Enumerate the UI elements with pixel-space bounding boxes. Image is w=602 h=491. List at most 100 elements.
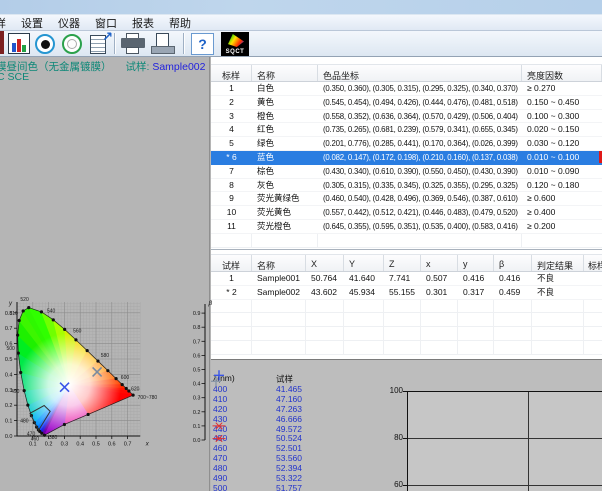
- reflectance-value: 51.757: [276, 484, 302, 491]
- cell-coordinates: (0.201, 0.776), (0.285, 0.441), (0.170, …: [318, 137, 522, 150]
- toolbar: ↗ ? SQCT: [0, 31, 602, 57]
- sce-measure-icon[interactable]: [61, 32, 85, 56]
- cell-id: 4: [211, 123, 252, 136]
- spectral-plot-area: [407, 391, 602, 491]
- menu-item[interactable]: 帮助: [169, 15, 191, 31]
- cell-id: 8: [211, 179, 252, 192]
- cell-id: 7: [211, 165, 252, 178]
- cell-id: 1: [211, 272, 252, 285]
- cell-luminance-factor: ≥ 0.400: [522, 206, 602, 219]
- menu-item[interactable]: 报表: [132, 15, 154, 31]
- cell-name: Sample002: [252, 286, 306, 299]
- menu-item[interactable]: 仪器: [58, 15, 80, 31]
- sample-row[interactable]: * 2 Sample002 43.602 45.934 55.155 0.301…: [211, 286, 602, 300]
- cell-y: 0.416: [458, 272, 494, 285]
- svg-text:0.6: 0.6: [193, 353, 201, 359]
- standard-row[interactable]: 7 棕色 (0.430, 0.340), (0.610, 0.390), (0.…: [211, 165, 602, 179]
- standard-row[interactable]: 2 黄色 (0.545, 0.454), (0.494, 0.426), (0.…: [211, 96, 602, 110]
- cell-X: 43.602: [306, 286, 344, 299]
- cell-id: 2: [211, 96, 252, 109]
- chart-icon[interactable]: [8, 32, 31, 56]
- empty-grid-rows: [211, 300, 602, 355]
- y-tick-label: 100: [377, 386, 403, 395]
- svg-text:0.5: 0.5: [193, 368, 201, 374]
- column-header[interactable]: 标样: [584, 255, 602, 271]
- menu-item[interactable]: 样: [0, 15, 6, 31]
- panel-divider: [211, 249, 602, 251]
- cell-luminance-factor: ≥ 0.600: [522, 192, 602, 205]
- sample-label: 试样:: [126, 61, 150, 73]
- svg-text:600: 600: [121, 375, 130, 381]
- report-export-icon[interactable]: ↗: [88, 32, 112, 56]
- svg-text:540: 540: [47, 309, 56, 315]
- cell-name: Sample001: [252, 272, 306, 285]
- svg-text:x: x: [145, 442, 150, 448]
- column-header[interactable]: x: [421, 255, 458, 271]
- column-header[interactable]: 标样: [211, 65, 252, 81]
- cell-luminance-factor: ≥ 0.270: [522, 82, 602, 95]
- standard-row[interactable]: 4 红色 (0.735, 0.265), (0.681, 0.239), (0.…: [211, 123, 602, 137]
- svg-text:0.9: 0.9: [193, 311, 201, 317]
- cell-result: 不良: [532, 272, 584, 285]
- cell-luminance-factor: 0.150 ~ 0.450: [522, 96, 602, 109]
- preview-tray: [151, 46, 175, 54]
- standard-row[interactable]: 11 荧光橙色 (0.645, 0.355), (0.595, 0.351), …: [211, 220, 602, 234]
- column-header[interactable]: 名称: [252, 255, 306, 271]
- column-header[interactable]: 试样: [211, 255, 252, 271]
- standard-row[interactable]: 5 绿色 (0.201, 0.776), (0.285, 0.441), (0.…: [211, 137, 602, 151]
- column-header[interactable]: 色品坐标: [318, 65, 522, 81]
- svg-text:0.7: 0.7: [124, 442, 132, 448]
- print-preview-icon[interactable]: [150, 32, 176, 56]
- sample-row[interactable]: 1 Sample001 50.764 41.640 7.741 0.507 0.…: [211, 272, 602, 286]
- svg-text:0.5: 0.5: [5, 357, 13, 363]
- column-header[interactable]: β: [494, 255, 532, 271]
- samples-table-body: 1 Sample001 50.764 41.640 7.741 0.507 0.…: [211, 272, 602, 300]
- standard-row[interactable]: 1 白色 (0.350, 0.360), (0.305, 0.315), (0.…: [211, 82, 602, 96]
- help-question-mark: ?: [191, 33, 214, 55]
- cell-coordinates: (0.558, 0.352), (0.636, 0.364), (0.570, …: [318, 110, 522, 123]
- cell-name: 荧光黄绿色: [252, 192, 318, 205]
- svg-text:0.2: 0.2: [193, 410, 201, 416]
- menu-item[interactable]: 设置: [21, 15, 43, 31]
- column-header[interactable]: Y: [344, 255, 384, 271]
- tables-panel: 标样 名称 色品坐标 亮度因数 1 白色 (0.350, 0.360), (0.…: [211, 57, 602, 491]
- svg-text:0.1: 0.1: [5, 419, 13, 425]
- svg-text:580: 580: [101, 353, 110, 359]
- standard-row[interactable]: 10 荧光黄色 (0.557, 0.442), (0.512, 0.421), …: [211, 206, 602, 220]
- clipped-toolbar-icon[interactable]: [0, 31, 4, 54]
- column-header[interactable]: 名称: [252, 65, 318, 81]
- standard-row[interactable]: 9 荧光黄绿色 (0.460, 0.540), (0.428, 0.496), …: [211, 192, 602, 206]
- standard-row[interactable]: 8 灰色 (0.305, 0.315), (0.335, 0.345), (0.…: [211, 179, 602, 193]
- svg-text:0.7: 0.7: [193, 339, 201, 345]
- print-icon[interactable]: [120, 32, 146, 56]
- column-header[interactable]: X: [306, 255, 344, 271]
- cell-id: 5: [211, 137, 252, 150]
- help-icon[interactable]: ?: [191, 32, 215, 56]
- standards-table-header: 标样 名称 色品坐标 亮度因数: [211, 64, 602, 82]
- cell-id: 9: [211, 192, 252, 205]
- standard-row[interactable]: 3 橙色 (0.558, 0.352), (0.636, 0.364), (0.…: [211, 110, 602, 124]
- column-header[interactable]: 亮度因数: [522, 65, 602, 81]
- cell-Z: 7.741: [384, 272, 421, 285]
- y-tick-label: 80: [377, 433, 403, 442]
- cell-name: 荧光橙色: [252, 220, 318, 233]
- column-header[interactable]: Z: [384, 255, 421, 271]
- svg-text:0.7: 0.7: [5, 326, 13, 332]
- cell-luminance-factor: 0.100 ~ 0.300: [522, 110, 602, 123]
- cell-y: 0.317: [458, 286, 494, 299]
- cell-coordinates: (0.545, 0.454), (0.494, 0.426), (0.444, …: [318, 96, 522, 109]
- sqct-logo[interactable]: SQCT: [221, 32, 249, 56]
- toolbar-separator: [114, 33, 116, 54]
- cell-coordinates: (0.305, 0.315), (0.335, 0.345), (0.325, …: [318, 179, 522, 192]
- gridline: [408, 485, 602, 486]
- cell-name: 灰色: [252, 179, 318, 192]
- printer-output: [126, 47, 139, 54]
- standard-row[interactable]: * 6 蓝色 (0.082, 0.147), (0.172, 0.198), (…: [211, 151, 602, 165]
- svg-text:0.3: 0.3: [193, 396, 201, 402]
- svg-text:0.8: 0.8: [193, 325, 201, 331]
- column-header[interactable]: 判定结果: [532, 255, 584, 271]
- cell-id: 3: [211, 110, 252, 123]
- menu-bar: 样设置仪器窗口报表帮助: [0, 14, 602, 31]
- sci-measure-icon[interactable]: [34, 32, 58, 56]
- column-header[interactable]: y: [458, 255, 494, 271]
